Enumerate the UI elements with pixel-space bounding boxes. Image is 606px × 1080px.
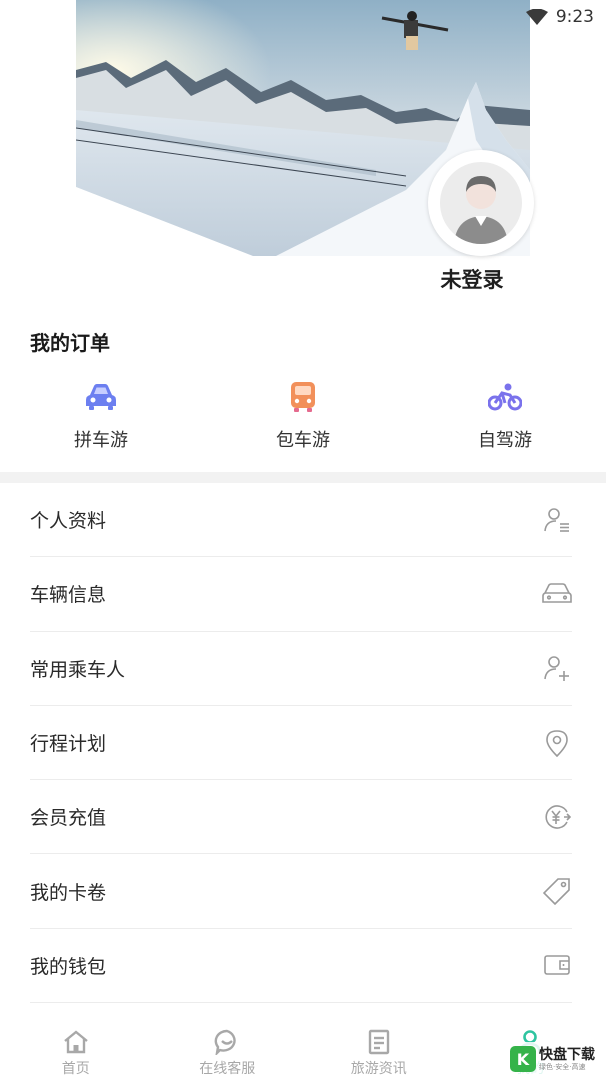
menu-item-label: 会员充值 <box>30 807 107 830</box>
bicycle-icon <box>488 380 522 414</box>
home-icon <box>62 1028 90 1056</box>
watermark-title: 快盘下载 <box>539 1046 595 1063</box>
order-self-drive-tour[interactable]: 自驾游 <box>435 380 575 452</box>
tab-label: 旅游资讯 <box>350 1061 407 1077</box>
order-label: 自驾游 <box>478 430 532 451</box>
menu-item-frequent-passengers[interactable]: 常用乘车人 <box>30 632 572 706</box>
profile-header: 9:23 未登录 <box>0 0 606 300</box>
tab-label: 在线客服 <box>199 1061 256 1077</box>
login-status[interactable]: 未登录 <box>430 264 514 294</box>
add-person-icon <box>542 653 572 683</box>
wallet-icon <box>542 950 572 980</box>
menu-item-my-wallet[interactable]: 我的钱包 <box>30 929 572 1004</box>
news-icon <box>365 1028 393 1056</box>
order-carpool-tour[interactable]: 拼车游 <box>31 380 171 452</box>
status-time: 9:23 <box>555 7 594 27</box>
default-avatar-icon <box>454 176 508 244</box>
location-pin-icon <box>542 728 572 758</box>
avatar[interactable] <box>428 150 534 256</box>
menu-item-label: 我的钱包 <box>30 955 107 978</box>
wifi-icon <box>525 9 548 25</box>
order-label: 拼车游 <box>74 430 128 451</box>
tag-icon <box>542 876 572 906</box>
menu-item-label: 我的卡卷 <box>30 881 107 904</box>
section-divider <box>0 472 606 483</box>
chat-icon <box>213 1028 241 1056</box>
settings-menu: 个人资料 车辆信息 常用乘车人 行程计划 会员充值 我的卡卷 我的钱包 <box>0 483 606 1004</box>
tab-travel-news[interactable]: 旅游资讯 <box>303 1018 455 1080</box>
tab-online-service[interactable]: 在线客服 <box>152 1018 304 1080</box>
yuan-recharge-icon <box>542 802 572 832</box>
menu-item-label: 常用乘车人 <box>30 658 126 681</box>
car-outline-icon <box>542 579 572 609</box>
section-title: 我的订单 <box>30 331 110 355</box>
menu-item-label: 行程计划 <box>30 733 107 756</box>
menu-item-label: 车辆信息 <box>30 584 107 607</box>
menu-item-personal-info[interactable]: 个人资料 <box>30 483 572 558</box>
menu-item-trip-plan[interactable]: 行程计划 <box>30 706 572 781</box>
order-label: 包车游 <box>276 430 330 451</box>
profile-list-icon <box>542 505 572 535</box>
tab-label: 首页 <box>61 1061 90 1077</box>
watermark-logo: K 快盘下载 绿色·安全·高速 <box>510 1042 602 1076</box>
menu-item-member-recharge[interactable]: 会员充值 <box>30 780 572 855</box>
tab-home[interactable]: 首页 <box>0 1018 152 1080</box>
watermark-mark: K <box>510 1046 536 1072</box>
bus-icon <box>286 380 320 414</box>
order-charter-tour[interactable]: 包车游 <box>233 380 373 452</box>
menu-item-my-coupons[interactable]: 我的卡卷 <box>30 854 572 929</box>
menu-item-vehicle-info[interactable]: 车辆信息 <box>30 557 572 632</box>
status-bar: 9:23 <box>525 0 606 34</box>
watermark-subtitle: 绿色·安全·高速 <box>539 1062 586 1071</box>
my-orders-section: 我的订单 拼车游 包车游 自驾游 <box>0 300 606 472</box>
car-icon <box>84 380 118 414</box>
menu-item-label: 个人资料 <box>30 510 107 533</box>
